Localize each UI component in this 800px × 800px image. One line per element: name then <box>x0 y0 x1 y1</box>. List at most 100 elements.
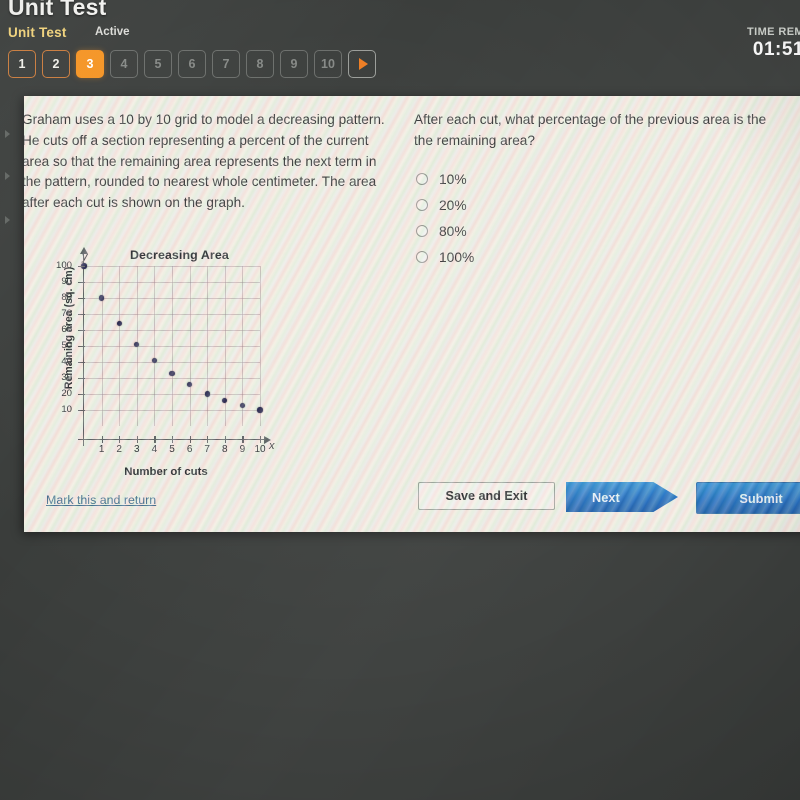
next-button[interactable]: Next <box>566 482 678 512</box>
y-axis-tick <box>78 346 85 348</box>
time-remaining-value: 01:51 <box>752 39 800 60</box>
data-point <box>257 407 263 413</box>
x-axis-tick <box>242 436 244 443</box>
question-pager: 1 2 3 4 5 6 7 8 9 10 <box>8 50 376 78</box>
mark-this-and-return-link[interactable]: Mark this and return <box>46 493 156 507</box>
y-axis-tick <box>78 282 85 284</box>
save-and-exit-button[interactable]: Save and Exit <box>418 482 555 510</box>
x-axis-tick <box>136 436 138 443</box>
x-axis-tick-label: 5 <box>169 444 175 455</box>
pager-item-3[interactable]: 3 <box>76 50 104 78</box>
y-axis-tick <box>78 330 85 332</box>
time-remaining: TIME REM 01:51 <box>747 26 800 61</box>
answer-option-4[interactable]: 100% <box>416 244 474 270</box>
scatter-chart: Decreasing Area Remaining area (sq. cm) … <box>46 247 301 483</box>
data-point <box>98 295 105 301</box>
answer-option-3[interactable]: 80% <box>416 218 474 244</box>
pager-item-7[interactable]: 7 <box>212 50 240 78</box>
gridline-horizontal <box>84 282 260 283</box>
x-axis-arrow-icon <box>264 435 271 444</box>
answer-choices: 10% 20% 80% 100% <box>416 166 474 270</box>
status-badge: Active <box>95 26 130 38</box>
gridline-horizontal <box>84 298 260 299</box>
x-axis-tick-label: 2 <box>116 444 122 455</box>
y-axis-tick-label: 30 <box>61 372 72 383</box>
data-point <box>151 357 158 364</box>
y-axis-tick <box>78 362 85 364</box>
chart-title: Decreasing Area <box>130 248 229 262</box>
x-axis-tick <box>119 436 121 443</box>
app-title: Unit Test <box>8 0 107 20</box>
chart-x-axis-label: Number of cuts <box>124 466 208 478</box>
gridline-vertical <box>260 266 261 426</box>
x-axis-tick <box>224 436 226 443</box>
data-point <box>239 402 246 408</box>
gridline-horizontal <box>84 314 260 315</box>
gridline-horizontal <box>84 362 260 363</box>
pager-item-4[interactable]: 4 <box>110 50 138 78</box>
x-axis-tick <box>172 436 174 443</box>
y-axis-tick-label: 80 <box>61 292 72 303</box>
pager-item-1[interactable]: 1 <box>8 50 36 78</box>
pager-next-button[interactable] <box>348 50 376 78</box>
x-axis-tick-label: 1 <box>98 444 105 455</box>
y-axis-tick <box>78 394 85 396</box>
app-header: Unit Test Unit Test Active TIME REM 01:5… <box>0 0 800 96</box>
pager-item-5[interactable]: 5 <box>144 50 172 78</box>
x-axis-tick <box>260 436 262 443</box>
submit-button-label: Submit <box>739 490 783 506</box>
gridline-horizontal <box>84 330 260 331</box>
y-axis-tick-label: 60 <box>61 324 72 335</box>
y-axis-tick <box>78 266 85 268</box>
answer-option-label: 10% <box>439 171 467 187</box>
y-axis-tick <box>78 298 85 300</box>
gridline-horizontal <box>84 410 260 411</box>
answer-option-2[interactable]: 20% <box>416 192 474 218</box>
data-point <box>186 381 193 388</box>
pager-item-8[interactable]: 8 <box>246 50 274 78</box>
y-axis-arrow-icon <box>79 247 88 254</box>
radio-button-icon[interactable] <box>416 199 428 211</box>
y-axis-tick-label: 90 <box>61 276 72 287</box>
pager-item-6[interactable]: 6 <box>178 50 206 78</box>
question-prompt: After each cut, what percentage of the p… <box>414 112 767 148</box>
y-axis-tick-label: 20 <box>61 388 72 399</box>
y-axis-tick <box>78 410 85 412</box>
y-axis-tick-label: 50 <box>61 340 72 351</box>
y-axis-tick <box>78 378 85 380</box>
pager-item-9[interactable]: 9 <box>280 50 308 78</box>
y-axis-tick-label: 70 <box>61 308 72 319</box>
data-point <box>116 320 122 327</box>
x-axis-tick-label: 3 <box>134 444 140 455</box>
gridline-horizontal <box>84 266 260 267</box>
edge-marker-1 <box>5 130 10 138</box>
submit-button[interactable]: Submit <box>696 482 800 514</box>
question-card: Graham uses a 10 by 10 grid to model a d… <box>24 96 800 532</box>
answer-option-label: 20% <box>439 197 467 213</box>
pager-item-10[interactable]: 10 <box>314 50 342 78</box>
answer-option-label: 80% <box>439 223 467 239</box>
radio-button-icon[interactable] <box>416 251 428 263</box>
breadcrumb[interactable]: Unit Test <box>8 25 67 40</box>
x-axis-tick <box>101 436 103 443</box>
radio-button-icon[interactable] <box>416 173 428 185</box>
x-axis-tick <box>154 436 156 443</box>
y-axis-tick-label: 10 <box>61 404 72 415</box>
data-point <box>222 397 228 404</box>
pager-item-2[interactable]: 2 <box>42 50 70 78</box>
next-button-label: Next <box>592 489 620 505</box>
chart-plot-area <box>81 263 263 426</box>
question-body: Graham uses a 10 by 10 grid to model a d… <box>24 112 385 211</box>
answer-option-label: 100% <box>439 249 475 265</box>
gridline-horizontal <box>84 378 260 379</box>
x-axis-tick-label: 7 <box>204 444 210 455</box>
next-arrow-icon <box>358 58 368 70</box>
data-point <box>169 370 175 376</box>
x-axis-tick-label: 10 <box>254 444 266 455</box>
x-axis-tick-label: 9 <box>239 444 246 455</box>
gridline-horizontal <box>84 346 260 347</box>
answer-option-1[interactable]: 10% <box>416 166 474 192</box>
time-remaining-label: TIME REM <box>747 26 800 38</box>
edge-marker-3 <box>5 216 10 224</box>
radio-button-icon[interactable] <box>416 225 428 237</box>
